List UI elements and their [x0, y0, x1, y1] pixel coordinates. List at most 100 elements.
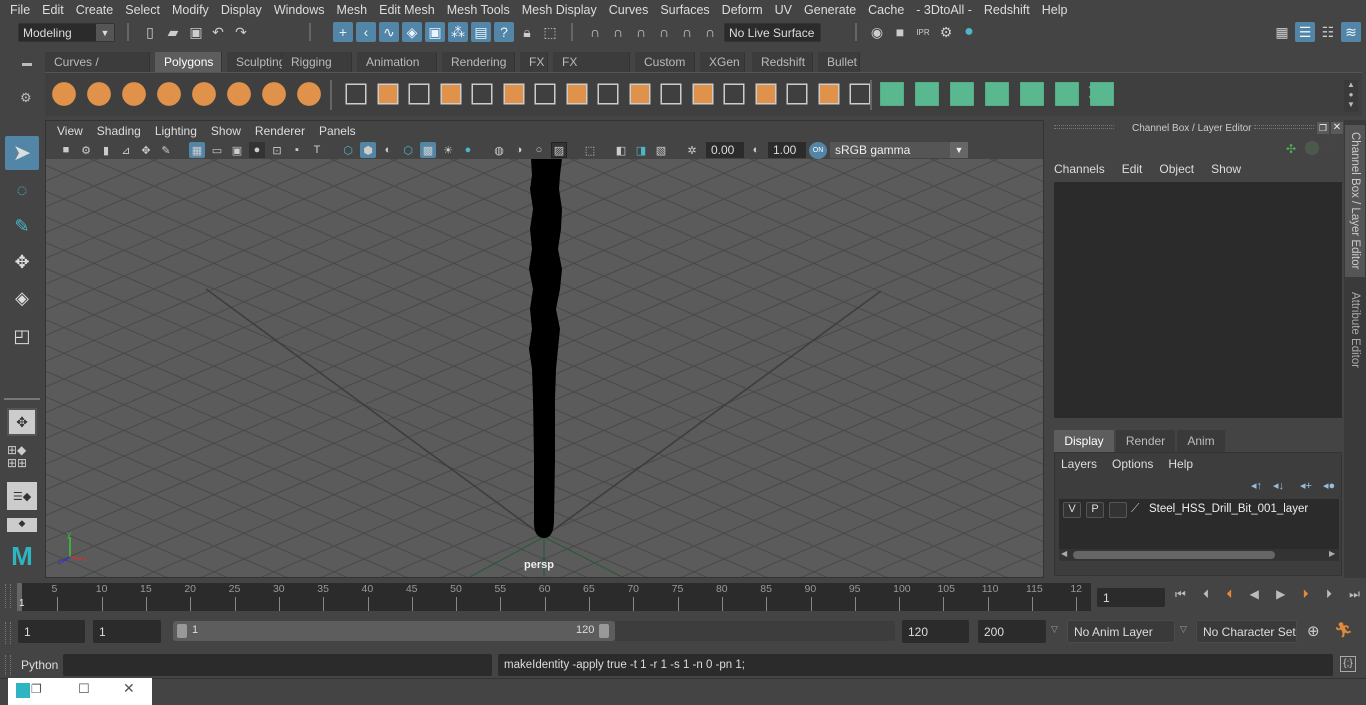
shelf-tab-animation[interactable]: Animation [357, 52, 437, 72]
snap-grid-icon[interactable]: ∩ [585, 22, 605, 42]
safe-title-icon[interactable]: T [309, 142, 325, 158]
hypershade-icon[interactable]: ● [959, 22, 979, 42]
isolate-select-icon[interactable]: ⬚ [582, 142, 598, 158]
step-forward-key-icon[interactable]: ⏵ [1303, 587, 1309, 609]
shelf-tab-sculpting[interactable]: Sculpting [227, 52, 285, 72]
uv-editor-icon[interactable] [1055, 82, 1079, 106]
color-management-toggle-icon[interactable]: ON [809, 142, 827, 159]
resolution-gate-icon[interactable]: ▣ [229, 142, 245, 158]
viewport-menu-renderer[interactable]: Renderer [248, 124, 312, 138]
field-chart-icon[interactable]: ⊡ [269, 142, 285, 158]
animation-preferences-icon[interactable]: 🏃︎ [1334, 621, 1353, 639]
menu-mesh-display[interactable]: Mesh Display [516, 3, 603, 17]
shelf-tab-polygons[interactable]: Polygons [155, 52, 222, 72]
menu-deform[interactable]: Deform [716, 3, 769, 17]
poly-sphere-icon[interactable] [52, 82, 76, 106]
restore-icon[interactable]: ❐ [31, 682, 42, 696]
menu-3dtoall[interactable]: - 3DtoAll - [910, 3, 978, 17]
select-deform-icon[interactable]: ▣ [425, 22, 445, 42]
live-surface-field[interactable]: No Live Surface [724, 23, 821, 42]
new-layer-icon[interactable]: ◂+ [1300, 479, 1312, 492]
shelf-tab-xgen[interactable]: XGen [700, 52, 745, 72]
character-set-chevron-icon[interactable]: ▽ [1180, 624, 1187, 635]
snap-point-icon[interactable]: ∩ [631, 22, 651, 42]
four-pane-layout-icon[interactable]: ⊞◆ ⊞⊞ [7, 444, 37, 472]
image-plane-icon[interactable]: ⊿ [118, 142, 134, 158]
layer-display-type-toggle[interactable] [1109, 502, 1127, 518]
step-back-frame-icon[interactable]: ⏴ [1203, 587, 1209, 609]
hyperbolic-icon[interactable]: ⟋ [1324, 140, 1333, 156]
xray-icon[interactable]: ◧ [613, 142, 629, 158]
menu-modify[interactable]: Modify [166, 3, 215, 17]
viewport-menu-show[interactable]: Show [204, 124, 248, 138]
select-render-icon[interactable]: ▤ [471, 22, 491, 42]
anim-layer-dropdown[interactable]: No Anim Layer [1067, 620, 1175, 643]
single-pane-layout-icon[interactable]: ✥ [7, 408, 37, 436]
panel-drag-handle-right[interactable] [1254, 125, 1314, 129]
viewport-persp[interactable]: View Shading Lighting Show Renderer Panels ■ … [45, 120, 1044, 578]
move-layer-up-icon[interactable]: ◂↑ [1251, 479, 1262, 492]
exposure-icon[interactable]: ✲ [684, 142, 700, 158]
merge-icon[interactable] [849, 83, 871, 105]
menu-edit[interactable]: Edit [36, 3, 70, 17]
float-panel-icon[interactable]: ❐ [1317, 122, 1329, 134]
move-tool-icon[interactable]: ✥ [5, 246, 39, 278]
make-live-icon[interactable]: ∩ [700, 22, 720, 42]
gate-mask-icon[interactable]: ● [249, 142, 265, 158]
grease-pencil-icon[interactable]: ✎ [158, 142, 174, 158]
undo-icon[interactable]: ↶ [208, 22, 228, 42]
ipr-render-icon[interactable]: IPR [913, 22, 933, 42]
go-to-end-icon[interactable]: ⏭ [1349, 587, 1360, 609]
range-end-handle[interactable] [599, 624, 609, 638]
menu-display[interactable]: Display [215, 3, 268, 17]
layer-menu-options[interactable]: Options [1112, 457, 1153, 471]
quad-draw-icon[interactable] [755, 83, 776, 105]
persp-graph-layout-icon[interactable]: ◆ [7, 518, 37, 532]
timeline-track[interactable]: 1 5 10 15 20 25 30 35 40 45 50 55 60 65 70 75 80 85 90 95 1… [17, 583, 1091, 611]
timeline-handle[interactable] [5, 584, 11, 608]
gamma-icon[interactable]: ◐ [748, 142, 764, 158]
extrude-icon[interactable] [597, 83, 619, 105]
motion-blur-icon[interactable]: ◑ [511, 142, 527, 158]
cylindrical-uv-icon[interactable] [915, 82, 939, 106]
shadows-icon[interactable]: ● [460, 142, 476, 158]
shelf-tab-rigging[interactable]: Rigging [282, 52, 352, 72]
smooth-icon[interactable] [440, 83, 461, 105]
character-set-dropdown[interactable]: No Character Set [1196, 620, 1297, 643]
smooth-shade-icon[interactable]: ⬢ [360, 142, 376, 158]
menu-redshift[interactable]: Redshift [978, 3, 1036, 17]
textured-icon[interactable]: ▩ [420, 142, 436, 158]
wireframe-icon[interactable]: ⬡ [340, 142, 356, 158]
wireframe-on-shaded-icon[interactable]: ⬡ [400, 142, 416, 158]
layer-name[interactable]: Steel_HSS_Drill_Bit_001_layer [1149, 503, 1308, 515]
shelf-tab-curves-surfaces[interactable]: Curves / Surfaces [45, 52, 150, 89]
bool-icon[interactable] [818, 83, 839, 105]
script-editor-icon[interactable]: {;} [1340, 656, 1356, 672]
menu-help[interactable]: Help [1036, 3, 1074, 17]
select-tool-icon[interactable]: ➤ [5, 136, 39, 170]
range-handle[interactable] [5, 622, 11, 644]
offset-edge-loop-icon[interactable] [723, 83, 745, 105]
shelf-tab-bullet[interactable]: Bullet [818, 52, 860, 72]
automatic-uv-icon[interactable] [985, 82, 1009, 106]
layer-horizontal-scrollbar[interactable]: ◀ ▶ [1059, 549, 1339, 561]
command-handle[interactable] [5, 655, 11, 675]
shelf-tab-rendering[interactable]: Rendering [442, 52, 515, 72]
viewport-menu-panels[interactable]: Panels [312, 124, 363, 138]
panel-drag-handle[interactable] [1054, 125, 1114, 129]
current-frame-field[interactable]: 1 [1097, 588, 1165, 607]
viewport-menu-view[interactable]: View [50, 124, 90, 138]
animation-end-field[interactable]: 200 [978, 620, 1046, 643]
menu-cache[interactable]: Cache [862, 3, 910, 17]
anim-layer-chevron-icon[interactable]: ▽ [1051, 624, 1058, 635]
camera-select-icon[interactable]: ■ [58, 142, 74, 158]
combine-icon[interactable] [345, 83, 367, 105]
color-space-dropdown[interactable]: sRGB gamma ▼ [830, 142, 968, 158]
select-by-hierarchy-icon[interactable]: + [333, 22, 353, 42]
auto-key-icon[interactable]: ⊕ [1307, 622, 1320, 640]
manipulator-icon[interactable]: ✣ [1286, 142, 1296, 156]
scale-tool-icon[interactable]: ◰ [5, 320, 39, 352]
menu-mesh-tools[interactable]: Mesh Tools [441, 3, 516, 17]
maximize-icon[interactable]: ☐ [78, 681, 90, 697]
scroll-left-icon[interactable]: ◀ [1061, 549, 1067, 558]
